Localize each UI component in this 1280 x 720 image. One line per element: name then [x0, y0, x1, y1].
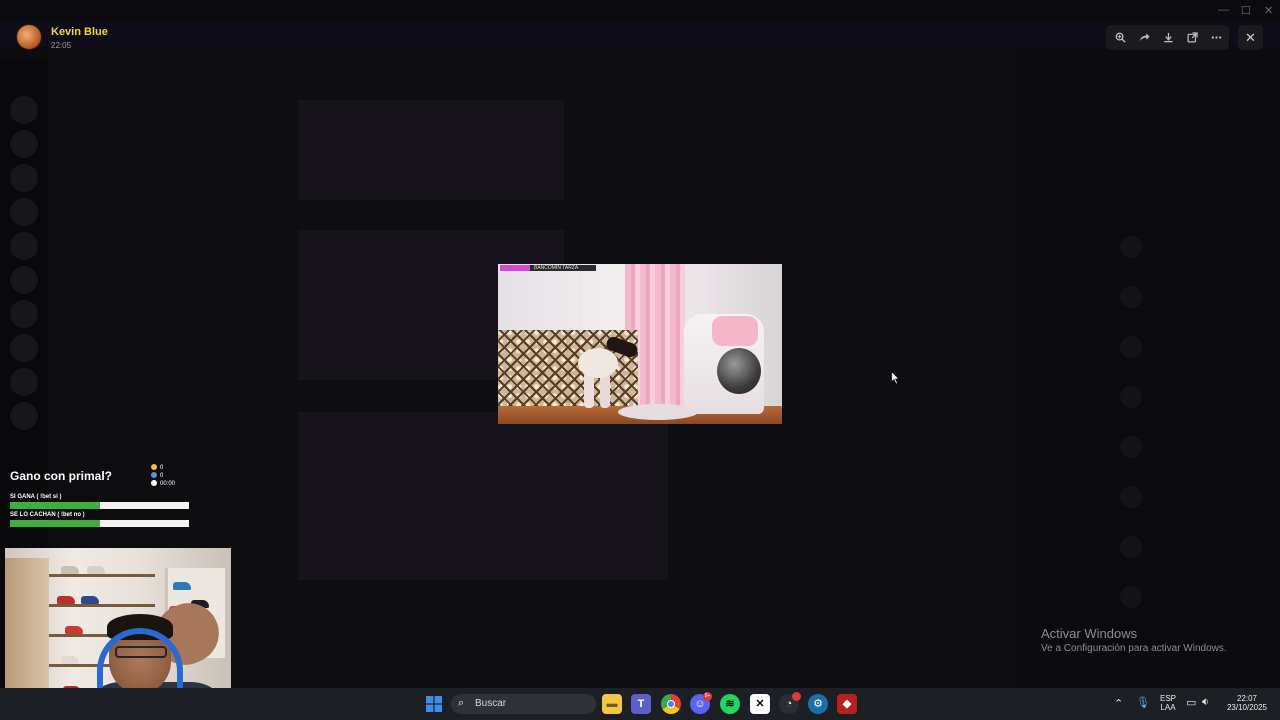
- download-icon[interactable]: [1156, 25, 1180, 50]
- post-timestamp: 22:05: [51, 41, 72, 50]
- poll-stat-coins: 0: [151, 464, 163, 472]
- clock-icon: [151, 480, 157, 486]
- taskbar-search-input[interactable]: ⌕ Buscar: [451, 694, 596, 714]
- microphone-icon[interactable]: 🎙︎: [1136, 696, 1150, 709]
- forward-icon[interactable]: [1132, 25, 1156, 50]
- screen: — ☐ ✕ Kevin Blue 22:05 ✕ BANCOMIN TARZA …: [0, 0, 1280, 720]
- maximize-icon[interactable]: ☐: [1241, 4, 1251, 17]
- poll-option-label: SI GANA ( !bet si ): [10, 494, 62, 500]
- stream-hud: BANCOMIN TARZA: [500, 265, 596, 271]
- capcut-icon[interactable]: ✕: [750, 694, 770, 714]
- poll-option-label: SE LO CACHAN ( !bet no ): [10, 512, 85, 518]
- users-icon: [151, 472, 157, 478]
- activation-watermark-subtitle: Ve a Configuración para activar Windows.: [1041, 643, 1227, 654]
- close-icon: ✕: [1245, 30, 1256, 45]
- poll-option-bar: [10, 502, 189, 509]
- clock[interactable]: 22:07 23/10/2025: [1224, 694, 1270, 712]
- dota-icon[interactable]: ◆: [837, 694, 857, 714]
- language-code: ESP: [1159, 694, 1176, 703]
- clock-date: 23/10/2025: [1226, 703, 1268, 712]
- zoom-icon[interactable]: [1108, 25, 1132, 50]
- activation-watermark-title: Activar Windows: [1041, 626, 1138, 641]
- windows-start-icon[interactable]: [424, 694, 444, 714]
- notification-dot: [792, 692, 801, 701]
- open-external-icon[interactable]: [1180, 25, 1204, 50]
- window-close-icon[interactable]: ✕: [1264, 4, 1273, 17]
- steam-icon[interactable]: ⚙: [808, 694, 828, 714]
- discord-notification-badge: 9+: [703, 692, 712, 701]
- chrome-icon[interactable]: [661, 694, 681, 714]
- teams-icon[interactable]: T: [631, 694, 651, 714]
- minimize-icon[interactable]: —: [1218, 4, 1229, 16]
- clock-time: 22:07: [1236, 694, 1258, 703]
- keyboard-layout: LAA: [1160, 703, 1176, 712]
- coin-icon: [151, 464, 157, 470]
- poll-stat-users: 0: [151, 472, 163, 480]
- file-explorer-icon[interactable]: ▬: [602, 694, 622, 714]
- search-icon: ⌕: [458, 697, 465, 709]
- network-icon[interactable]: ▭: [1186, 696, 1196, 709]
- stream-hud-text: BANCOMIN TARZA: [534, 265, 579, 271]
- volume-icon[interactable]: 🔉︎: [1202, 696, 1209, 709]
- viewer-image[interactable]: BANCOMIN TARZA: [498, 264, 782, 424]
- mouse-cursor-icon: [891, 371, 900, 385]
- chevron-up-icon[interactable]: ⌃: [1114, 697, 1123, 710]
- more-icon[interactable]: [1204, 25, 1228, 50]
- poll-title: Gano con primal?: [10, 469, 113, 483]
- language-indicator[interactable]: ESP LAA: [1157, 694, 1179, 712]
- member-list-dimmed: [1090, 60, 1280, 688]
- poster-name[interactable]: Kevin Blue: [51, 26, 108, 38]
- poll-option-bar: [10, 520, 189, 527]
- poll-stat-timer: 00:00: [151, 480, 175, 488]
- close-viewer-button[interactable]: ✕: [1238, 25, 1263, 50]
- search-placeholder: Buscar: [475, 698, 507, 709]
- spotify-icon[interactable]: ≋: [720, 694, 740, 714]
- window-titlebar: — ☐ ✕: [0, 0, 1280, 22]
- avatar[interactable]: [16, 24, 42, 50]
- viewer-toolbar: [1106, 25, 1229, 50]
- notice-banner-dimmed: [0, 22, 1280, 46]
